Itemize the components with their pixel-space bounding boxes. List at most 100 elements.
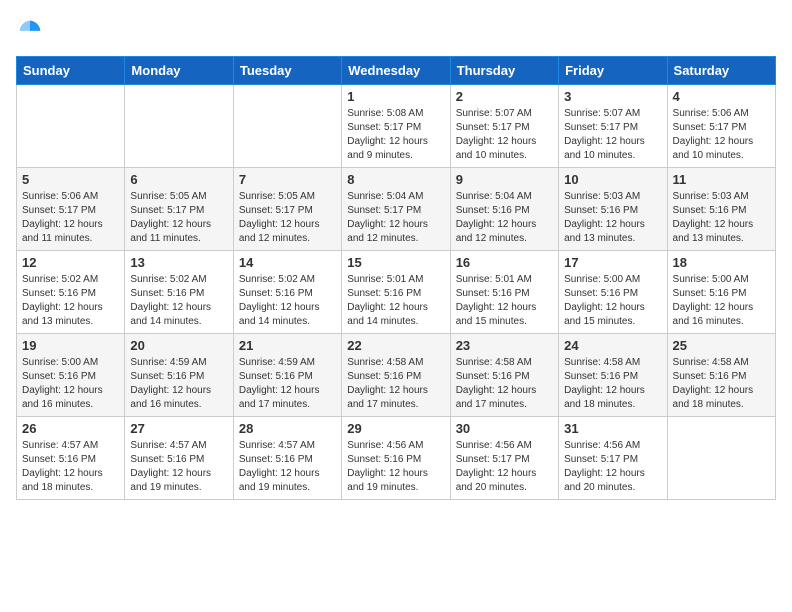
calendar-cell: 17 Sunrise: 5:00 AM Sunset: 5:16 PM Dayli…	[559, 251, 667, 334]
day-number: 2	[456, 89, 553, 104]
day-number: 24	[564, 338, 661, 353]
day-number: 23	[456, 338, 553, 353]
day-number: 25	[673, 338, 770, 353]
logo-icon	[16, 16, 44, 44]
day-info: Sunrise: 5:08 AM Sunset: 5:17 PM Dayligh…	[347, 107, 444, 163]
day-info: Sunrise: 5:05 AM Sunset: 5:17 PM Dayligh…	[239, 190, 336, 246]
weekday-header-saturday: Saturday	[667, 57, 775, 85]
day-info: Sunrise: 5:06 AM Sunset: 5:17 PM Dayligh…	[673, 107, 770, 163]
day-number: 7	[239, 172, 336, 187]
calendar-cell: 15 Sunrise: 5:01 AM Sunset: 5:16 PM Dayli…	[342, 251, 450, 334]
day-info: Sunrise: 5:03 AM Sunset: 5:16 PM Dayligh…	[673, 190, 770, 246]
calendar-cell: 18Sunrise: 5:00 AM Sunset: 5:16 PM Dayli…	[667, 251, 775, 334]
week-row-5: 26 Sunrise: 4:57 AM Sunset: 5:16 PM Dayli…	[17, 417, 776, 500]
day-number: 22	[347, 338, 444, 353]
weekday-header-tuesday: Tuesday	[233, 57, 341, 85]
day-info: Sunrise: 4:57 AM Sunset: 5:16 PM Dayligh…	[239, 439, 336, 495]
day-number: 8	[347, 172, 444, 187]
weekday-header-monday: Monday	[125, 57, 233, 85]
calendar-cell: 28 Sunrise: 4:57 AM Sunset: 5:16 PM Dayli…	[233, 417, 341, 500]
calendar-cell: 26 Sunrise: 4:57 AM Sunset: 5:16 PM Dayli…	[17, 417, 125, 500]
day-info: Sunrise: 5:07 AM Sunset: 5:17 PM Dayligh…	[564, 107, 661, 163]
calendar-cell: 31 Sunrise: 4:56 AM Sunset: 5:17 PM Dayli…	[559, 417, 667, 500]
day-number: 27	[130, 421, 227, 436]
calendar-cell: 27 Sunrise: 4:57 AM Sunset: 5:16 PM Dayli…	[125, 417, 233, 500]
day-number: 30	[456, 421, 553, 436]
day-info: Sunrise: 4:58 AM Sunset: 5:16 PM Dayligh…	[347, 356, 444, 412]
day-info: Sunrise: 5:01 AM Sunset: 5:16 PM Dayligh…	[347, 273, 444, 329]
weekday-header-friday: Friday	[559, 57, 667, 85]
day-info: Sunrise: 5:02 AM Sunset: 5:16 PM Dayligh…	[22, 273, 119, 329]
calendar-cell	[17, 85, 125, 168]
calendar-cell: 4 Sunrise: 5:06 AM Sunset: 5:17 PM Daylig…	[667, 85, 775, 168]
day-info: Sunrise: 5:06 AM Sunset: 5:17 PM Dayligh…	[22, 190, 119, 246]
day-number: 21	[239, 338, 336, 353]
calendar-cell: 13 Sunrise: 5:02 AM Sunset: 5:16 PM Dayli…	[125, 251, 233, 334]
weekday-header-sunday: Sunday	[17, 57, 125, 85]
day-number: 31	[564, 421, 661, 436]
day-number: 15	[347, 255, 444, 270]
day-info: Sunrise: 5:03 AM Sunset: 5:16 PM Dayligh…	[564, 190, 661, 246]
calendar-cell: 3Sunrise: 5:07 AM Sunset: 5:17 PM Daylig…	[559, 85, 667, 168]
calendar-cell: 11 Sunrise: 5:03 AM Sunset: 5:16 PM Dayli…	[667, 168, 775, 251]
day-number: 10	[564, 172, 661, 187]
day-info: Sunrise: 5:02 AM Sunset: 5:16 PM Dayligh…	[130, 273, 227, 329]
day-info: Sunrise: 4:56 AM Sunset: 5:17 PM Dayligh…	[564, 439, 661, 495]
day-info: Sunrise: 5:00 AM Sunset: 5:16 PM Dayligh…	[564, 273, 661, 329]
calendar-cell: 24 Sunrise: 4:58 AM Sunset: 5:16 PM Dayli…	[559, 334, 667, 417]
week-row-2: 5 Sunrise: 5:06 AM Sunset: 5:17 PM Daylig…	[17, 168, 776, 251]
day-number: 26	[22, 421, 119, 436]
day-info: Sunrise: 4:57 AM Sunset: 5:16 PM Dayligh…	[22, 439, 119, 495]
day-number: 12	[22, 255, 119, 270]
day-info: Sunrise: 4:59 AM Sunset: 5:16 PM Dayligh…	[130, 356, 227, 412]
calendar-cell: 8 Sunrise: 5:04 AM Sunset: 5:17 PM Daylig…	[342, 168, 450, 251]
week-row-1: 1 Sunrise: 5:08 AM Sunset: 5:17 PM Daylig…	[17, 85, 776, 168]
day-info: Sunrise: 4:59 AM Sunset: 5:16 PM Dayligh…	[239, 356, 336, 412]
calendar-cell: 2 Sunrise: 5:07 AM Sunset: 5:17 PM Daylig…	[450, 85, 558, 168]
calendar-cell: 7 Sunrise: 5:05 AM Sunset: 5:17 PM Daylig…	[233, 168, 341, 251]
day-number: 29	[347, 421, 444, 436]
day-number: 17	[564, 255, 661, 270]
calendar-cell: 23 Sunrise: 4:58 AM Sunset: 5:16 PM Dayli…	[450, 334, 558, 417]
day-number: 28	[239, 421, 336, 436]
day-info: Sunrise: 5:07 AM Sunset: 5:17 PM Dayligh…	[456, 107, 553, 163]
day-number: 13	[130, 255, 227, 270]
day-number: 6	[130, 172, 227, 187]
day-info: Sunrise: 4:56 AM Sunset: 5:16 PM Dayligh…	[347, 439, 444, 495]
calendar-cell	[233, 85, 341, 168]
calendar-cell: 6 Sunrise: 5:05 AM Sunset: 5:17 PM Daylig…	[125, 168, 233, 251]
day-info: Sunrise: 5:05 AM Sunset: 5:17 PM Dayligh…	[130, 190, 227, 246]
calendar-cell: 20 Sunrise: 4:59 AM Sunset: 5:16 PM Dayli…	[125, 334, 233, 417]
day-number: 19	[22, 338, 119, 353]
day-number: 16	[456, 255, 553, 270]
calendar-cell: 9 Sunrise: 5:04 AM Sunset: 5:16 PM Daylig…	[450, 168, 558, 251]
day-number: 20	[130, 338, 227, 353]
day-info: Sunrise: 4:58 AM Sunset: 5:16 PM Dayligh…	[564, 356, 661, 412]
day-number: 1	[347, 89, 444, 104]
calendar-cell: 12 Sunrise: 5:02 AM Sunset: 5:16 PM Dayli…	[17, 251, 125, 334]
day-info: Sunrise: 4:56 AM Sunset: 5:17 PM Dayligh…	[456, 439, 553, 495]
calendar-cell: 29 Sunrise: 4:56 AM Sunset: 5:16 PM Dayli…	[342, 417, 450, 500]
day-info: Sunrise: 5:04 AM Sunset: 5:16 PM Dayligh…	[456, 190, 553, 246]
day-number: 5	[22, 172, 119, 187]
week-row-3: 12 Sunrise: 5:02 AM Sunset: 5:16 PM Dayli…	[17, 251, 776, 334]
day-info: Sunrise: 4:58 AM Sunset: 5:16 PM Dayligh…	[456, 356, 553, 412]
calendar-cell: 19 Sunrise: 5:00 AM Sunset: 5:16 PM Dayli…	[17, 334, 125, 417]
day-info: Sunrise: 4:57 AM Sunset: 5:16 PM Dayligh…	[130, 439, 227, 495]
calendar-table: SundayMondayTuesdayWednesdayThursdayFrid…	[16, 56, 776, 500]
day-info: Sunrise: 5:04 AM Sunset: 5:17 PM Dayligh…	[347, 190, 444, 246]
calendar-cell: 30 Sunrise: 4:56 AM Sunset: 5:17 PM Dayli…	[450, 417, 558, 500]
calendar-cell	[125, 85, 233, 168]
calendar-cell: 16 Sunrise: 5:01 AM Sunset: 5:16 PM Dayli…	[450, 251, 558, 334]
day-number: 4	[673, 89, 770, 104]
day-info: Sunrise: 5:01 AM Sunset: 5:16 PM Dayligh…	[456, 273, 553, 329]
calendar-cell	[667, 417, 775, 500]
day-info: Sunrise: 5:00 AM Sunset: 5:16 PM Dayligh…	[22, 356, 119, 412]
calendar-cell: 22 Sunrise: 4:58 AM Sunset: 5:16 PM Dayli…	[342, 334, 450, 417]
calendar-cell: 14Sunrise: 5:02 AM Sunset: 5:16 PM Dayli…	[233, 251, 341, 334]
calendar-cell: 10 Sunrise: 5:03 AM Sunset: 5:16 PM Dayli…	[559, 168, 667, 251]
page-header	[16, 16, 776, 44]
day-number: 11	[673, 172, 770, 187]
day-number: 18	[673, 255, 770, 270]
day-number: 9	[456, 172, 553, 187]
